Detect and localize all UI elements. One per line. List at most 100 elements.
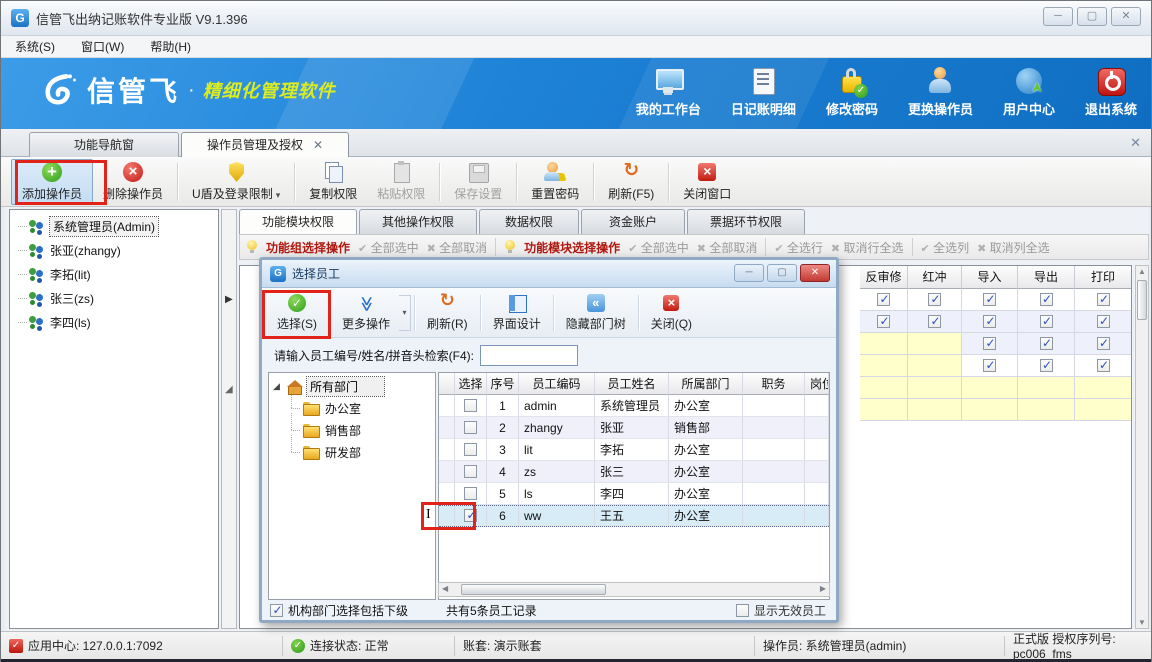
exit-system-button[interactable]: 退出系统 xyxy=(1085,66,1137,118)
refresh-button[interactable]: 刷新(F5) xyxy=(598,159,664,205)
menu-help[interactable]: 帮助(H) xyxy=(150,38,191,55)
perm-checkbox-cell[interactable] xyxy=(1075,289,1132,311)
dropdown-arrow-icon[interactable]: ▾ xyxy=(276,190,281,200)
perm-checkbox-cell[interactable] xyxy=(1075,355,1132,377)
tab-function-nav[interactable]: 功能导航窗 xyxy=(29,132,179,157)
change-password-button[interactable]: 修改密码 xyxy=(826,66,878,118)
perm-checkbox[interactable] xyxy=(1097,359,1110,372)
perm-tab-other-ops[interactable]: 其他操作权限 xyxy=(359,209,477,234)
switch-operator-button[interactable]: 更换操作员 xyxy=(908,66,973,118)
select-all-cols-link[interactable]: ✔ 全选列 xyxy=(921,239,970,256)
perm-checkbox[interactable] xyxy=(1097,293,1110,306)
hide-dept-tree-button[interactable]: 隐藏部门树 xyxy=(557,291,635,335)
perm-checkbox-cell[interactable] xyxy=(1018,311,1075,333)
perm-checkbox-cell[interactable] xyxy=(1075,333,1132,355)
employee-row-5[interactable]: 5 ls 李四 办公室 xyxy=(439,483,829,505)
employee-checkbox[interactable] xyxy=(464,399,477,412)
my-workbench-button[interactable]: 我的工作台 xyxy=(636,66,701,118)
more-actions-dropdown-icon[interactable]: ▾ xyxy=(399,295,411,331)
dialog-minimize-button[interactable]: ─ xyxy=(734,264,764,282)
employee-row-1[interactable]: 1 admin 系统管理员 办公室 xyxy=(439,395,829,417)
perm-checkbox[interactable] xyxy=(877,293,890,306)
employee-row-6-selected[interactable]: 6 ww 王五 办公室 xyxy=(439,505,829,527)
reset-password-button[interactable]: 重置密码 xyxy=(521,159,589,205)
perm-tab-fund-account[interactable]: 资金账户 xyxy=(581,209,685,234)
close-window-button[interactable]: 关闭窗口 xyxy=(673,159,741,205)
include-sub-dept-checkbox[interactable] xyxy=(270,604,283,617)
menu-system[interactable]: 系统(S) xyxy=(15,38,55,55)
group-select-all-link[interactable]: ✔ 全部选中 xyxy=(358,239,419,256)
tree-expand-icon[interactable]: ◢ xyxy=(273,381,283,392)
employee-checkbox[interactable] xyxy=(464,443,477,456)
journal-detail-button[interactable]: 日记账明细 xyxy=(731,66,796,118)
operator-item-zhangy[interactable]: 张亚(zhangy) xyxy=(10,238,218,262)
dept-item-rnd[interactable]: 研发部 xyxy=(269,441,435,463)
perm-checkbox-cell[interactable] xyxy=(908,289,962,311)
dialog-maximize-button[interactable]: ▢ xyxy=(767,264,797,282)
perm-tab-data[interactable]: 数据权限 xyxy=(479,209,579,234)
perm-checkbox[interactable] xyxy=(983,359,996,372)
select-button[interactable]: 选择(S) xyxy=(268,291,326,335)
copy-permissions-button[interactable]: 复制权限 xyxy=(299,159,367,205)
menu-window[interactable]: 窗口(W) xyxy=(81,38,124,55)
operator-item-ls[interactable]: 李四(ls) xyxy=(10,310,218,334)
tab-close-icon[interactable]: ✕ xyxy=(313,138,323,152)
tab-operator-management[interactable]: 操作员管理及授权✕ xyxy=(181,132,349,157)
cancel-all-cols-link[interactable]: ✖ 取消列全选 xyxy=(977,239,1050,256)
perm-checkbox-cell[interactable] xyxy=(908,311,962,333)
select-all-rows-link[interactable]: ✔ 全选行 xyxy=(774,239,823,256)
window-minimize-button[interactable]: ─ xyxy=(1043,7,1073,26)
dialog-close-button[interactable]: ✕ xyxy=(800,264,830,282)
permission-grid-vscrollbar[interactable]: ▲ ▼ xyxy=(1135,265,1149,629)
employee-checkbox-checked[interactable] xyxy=(464,509,477,522)
dialog-refresh-button[interactable]: 刷新(R) xyxy=(418,291,477,335)
show-invalid-option[interactable]: 显示无效员工 xyxy=(736,602,826,619)
operator-item-lit[interactable]: 李拓(lit) xyxy=(10,262,218,286)
perm-checkbox-cell[interactable] xyxy=(962,355,1018,377)
ui-design-button[interactable]: 界面设计 xyxy=(484,291,550,335)
perm-checkbox-cell[interactable] xyxy=(1018,333,1075,355)
module-cancel-all-link[interactable]: ✖ 全部取消 xyxy=(697,239,758,256)
vscrollbar-thumb[interactable] xyxy=(1137,280,1147,320)
ukey-login-limit-button[interactable]: U盾及登录限制▾ xyxy=(182,159,290,205)
perm-checkbox[interactable] xyxy=(877,315,890,328)
perm-checkbox-cell[interactable] xyxy=(860,289,908,311)
perm-tab-function-module[interactable]: 功能模块权限 xyxy=(239,209,357,234)
module-select-all-link[interactable]: ✔ 全部选中 xyxy=(628,239,689,256)
employee-row-2[interactable]: 2 zhangy 张亚 销售部 xyxy=(439,417,829,439)
perm-checkbox[interactable] xyxy=(1040,359,1053,372)
perm-checkbox[interactable] xyxy=(983,337,996,350)
dialog-close-action-button[interactable]: 关闭(Q) xyxy=(642,291,701,335)
perm-checkbox[interactable] xyxy=(1040,315,1053,328)
window-maximize-button[interactable]: ▢ xyxy=(1077,7,1107,26)
hscrollbar-thumb[interactable] xyxy=(461,584,606,595)
employee-checkbox[interactable] xyxy=(464,421,477,434)
perm-checkbox-cell[interactable] xyxy=(962,333,1018,355)
cancel-all-rows-link[interactable]: ✖ 取消行全选 xyxy=(831,239,904,256)
dept-tree-root[interactable]: ◢ 所有部门 xyxy=(269,376,435,397)
employee-checkbox[interactable] xyxy=(464,487,477,500)
perm-checkbox-cell[interactable] xyxy=(962,289,1018,311)
perm-checkbox[interactable] xyxy=(1040,293,1053,306)
perm-checkbox[interactable] xyxy=(983,315,996,328)
perm-checkbox[interactable] xyxy=(1040,337,1053,350)
perm-checkbox-cell[interactable] xyxy=(1018,289,1075,311)
employee-table-hscrollbar[interactable]: ◀ ▶ xyxy=(438,582,830,597)
add-operator-button[interactable]: 添加操作员 xyxy=(11,159,93,205)
perm-checkbox[interactable] xyxy=(1097,315,1110,328)
operator-item-zs[interactable]: 张三(zs) xyxy=(10,286,218,310)
perm-checkbox-cell[interactable] xyxy=(962,311,1018,333)
perm-checkbox[interactable] xyxy=(983,293,996,306)
window-close-button[interactable]: ✕ xyxy=(1111,7,1141,26)
employee-search-input[interactable] xyxy=(480,345,578,366)
perm-checkbox[interactable] xyxy=(928,293,941,306)
perm-checkbox-cell[interactable] xyxy=(860,311,908,333)
employee-row-3[interactable]: 3 lit 李拓 办公室 xyxy=(439,439,829,461)
perm-checkbox[interactable] xyxy=(1097,337,1110,350)
tabstrip-close-icon[interactable]: ✕ xyxy=(1130,135,1141,151)
dept-item-sales[interactable]: 销售部 xyxy=(269,419,435,441)
more-actions-button[interactable]: 更多操作 xyxy=(333,291,399,335)
group-cancel-all-link[interactable]: ✖ 全部取消 xyxy=(427,239,488,256)
employee-row-4[interactable]: 4 zs 张三 办公室 xyxy=(439,461,829,483)
include-sub-dept-option[interactable]: 机构部门选择包括下级 xyxy=(262,602,438,619)
